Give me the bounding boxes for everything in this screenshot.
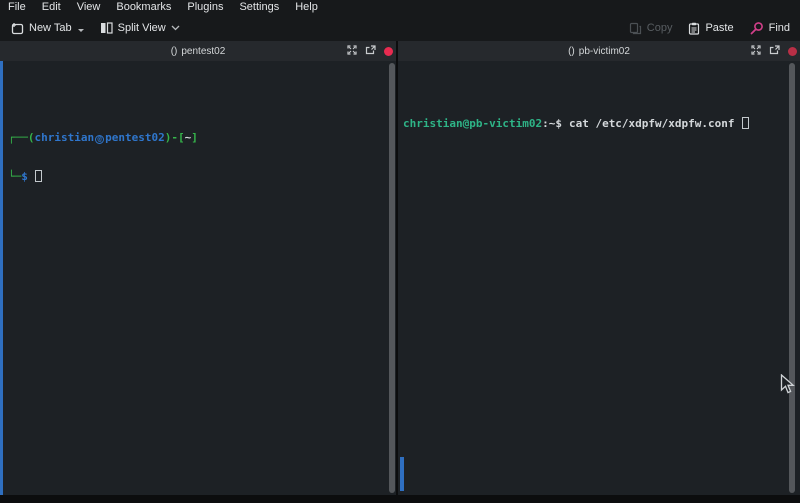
mouse-cursor bbox=[780, 374, 796, 400]
split-view-chevron-icon bbox=[171, 25, 180, 31]
menu-view[interactable]: View bbox=[69, 0, 109, 15]
new-tab-label: New Tab bbox=[29, 22, 72, 34]
paste-icon bbox=[688, 22, 700, 35]
copy-icon bbox=[629, 22, 642, 35]
prompt-line-1: ┌──(christian@pentest02)-[~] bbox=[8, 131, 382, 144]
prompt-line-2: └─$ bbox=[8, 170, 382, 183]
terminal-output: christian@pb-victim02:~$cat /etc/xdpfw/x… bbox=[398, 87, 800, 156]
menu-settings[interactable]: Settings bbox=[231, 0, 287, 15]
menu-bar: File Edit View Bookmarks Plugins Setting… bbox=[0, 0, 800, 15]
menu-edit[interactable]: Edit bbox=[34, 0, 69, 15]
scroll-highlight-bar bbox=[400, 457, 404, 491]
find-label: Find bbox=[769, 22, 790, 34]
detach-tab-icon[interactable] bbox=[365, 45, 376, 58]
kali-at-symbol: @ bbox=[95, 135, 104, 144]
terminal-pane-pentest02[interactable]: ┌──(christian@pentest02)-[~] └─$ bbox=[0, 61, 396, 495]
menu-bookmarks[interactable]: Bookmarks bbox=[108, 0, 179, 15]
close-view-button[interactable] bbox=[384, 47, 393, 56]
detach-tab-icon[interactable] bbox=[769, 45, 780, 58]
terminal-cursor bbox=[35, 170, 42, 182]
expand-view-icon[interactable] bbox=[751, 45, 761, 58]
paste-button[interactable]: Paste bbox=[688, 22, 733, 35]
split-view-label: Split View bbox=[118, 22, 166, 34]
terminal-pane-pb-victim02[interactable]: christian@pb-victim02:~$cat /etc/xdpfw/x… bbox=[398, 61, 800, 495]
toolbar-right-group: Copy Paste Find bbox=[613, 21, 790, 35]
find-icon bbox=[750, 21, 764, 35]
left-pane-header[interactable]: () pentest02 bbox=[0, 41, 396, 61]
konsole-window: { "menu": { "items": ["File", "Edit", "V… bbox=[0, 0, 800, 503]
left-pane-title-label: pentest02 bbox=[181, 46, 225, 57]
split-view-button[interactable]: Split View bbox=[100, 22, 180, 34]
terminal-glyph-icon: () bbox=[171, 46, 178, 57]
prompt-line: christian@pb-victim02:~$cat /etc/xdpfw/x… bbox=[403, 117, 786, 130]
expand-view-icon[interactable] bbox=[347, 45, 357, 58]
left-pane-scrollbar[interactable] bbox=[389, 63, 395, 493]
scroll-highlight-bar bbox=[0, 61, 3, 495]
right-pane-title-label: pb-victim02 bbox=[579, 46, 630, 57]
menu-plugins[interactable]: Plugins bbox=[179, 0, 231, 15]
close-view-button[interactable] bbox=[788, 47, 797, 56]
main-toolbar: New Tab Split View Copy bbox=[0, 15, 800, 41]
left-pane-header-actions bbox=[347, 41, 393, 61]
menu-help[interactable]: Help bbox=[287, 0, 326, 15]
find-button[interactable]: Find bbox=[750, 21, 790, 35]
new-tab-button[interactable]: New Tab bbox=[10, 22, 84, 35]
copy-button[interactable]: Copy bbox=[629, 22, 673, 35]
terminal-cursor bbox=[742, 117, 749, 129]
new-tab-caret-icon bbox=[78, 29, 84, 32]
copy-label: Copy bbox=[647, 22, 673, 34]
right-pane-header[interactable]: () pb-victim02 bbox=[398, 41, 800, 61]
right-pane-header-actions bbox=[751, 41, 797, 61]
terminal-glyph-icon: () bbox=[568, 46, 575, 57]
new-tab-icon bbox=[10, 22, 24, 35]
right-pane-scrollbar[interactable] bbox=[789, 63, 795, 493]
terminal-output: ┌──(christian@pentest02)-[~] └─$ bbox=[0, 100, 396, 209]
menu-file[interactable]: File bbox=[0, 0, 34, 15]
paste-label: Paste bbox=[705, 22, 733, 34]
split-view-icon bbox=[100, 22, 113, 34]
right-pane-title: () pb-victim02 bbox=[568, 46, 630, 57]
left-pane-title: () pentest02 bbox=[171, 46, 226, 57]
typed-command: cat /etc/xdpfw/xdpfw.conf bbox=[569, 117, 735, 130]
